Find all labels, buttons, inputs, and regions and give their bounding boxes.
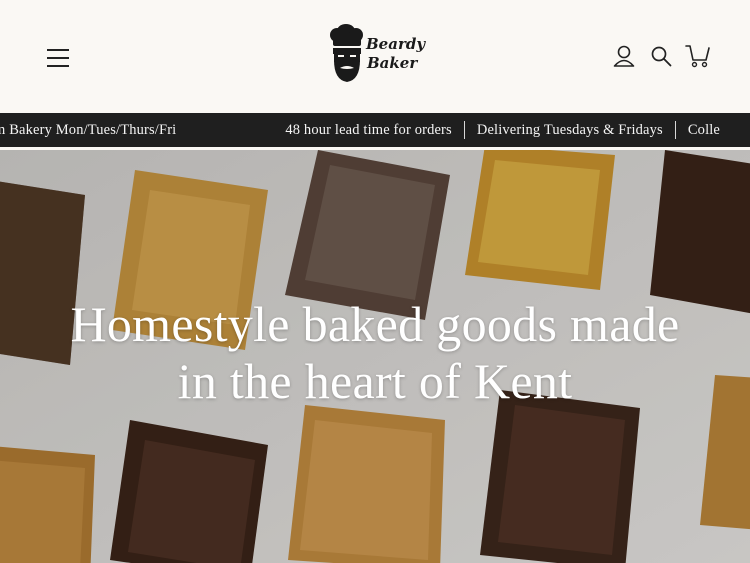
- hero-heading: Homestyle baked goods made in the heart …: [0, 296, 750, 410]
- brand-line-1: Beardy: [366, 35, 426, 53]
- brand-wordmark: Beardy Baker: [366, 35, 425, 73]
- hero-heading-line-2: in the heart of Kent: [177, 353, 573, 409]
- site-header: Beardy Baker: [0, 0, 750, 113]
- account-icon[interactable]: [613, 44, 637, 70]
- announcement-item: m Bakery Mon/Tues/Thurs/Fri: [0, 121, 177, 138]
- cart-icon[interactable]: [685, 44, 711, 70]
- announcement-item: Delivering Tuesdays & Fridays: [476, 121, 663, 138]
- search-icon[interactable]: [650, 44, 674, 70]
- hamburger-menu-icon[interactable]: [44, 44, 72, 72]
- beardy-baker-logo[interactable]: Beardy Baker: [328, 24, 425, 86]
- announcement-bar: m Bakery Mon/Tues/Thurs/Fri 48 hour lead…: [0, 113, 750, 147]
- hero-banner[interactable]: Homestyle baked goods made in the heart …: [0, 150, 750, 563]
- brand-line-2: Baker: [367, 54, 418, 72]
- hero-heading-line-1: Homestyle baked goods made: [70, 296, 680, 352]
- baker-face-icon: [330, 24, 363, 82]
- announcement-item: 48 hour lead time for orders: [285, 121, 452, 138]
- announcement-item: Colle: [687, 121, 721, 138]
